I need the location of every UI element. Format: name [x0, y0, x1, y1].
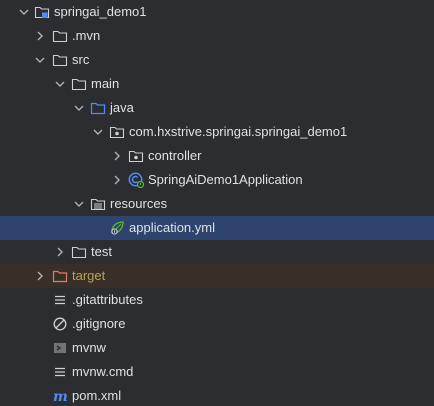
chevron-down-icon[interactable] — [90, 120, 106, 144]
tree-node-mvnw[interactable]: mvnw — [0, 336, 434, 360]
chevron-right-icon[interactable] — [32, 24, 48, 48]
chevron-down-icon[interactable] — [71, 96, 87, 120]
tree-node-src[interactable]: src — [0, 48, 434, 72]
package-icon — [109, 120, 125, 144]
tree-node-label: pom.xml — [72, 388, 122, 403]
tree-node-test[interactable]: test — [0, 240, 434, 264]
package-icon — [128, 144, 144, 168]
tree-node-label: test — [91, 244, 112, 259]
tree-node-label: springai_demo1 — [54, 4, 147, 19]
chevron-right-icon[interactable] — [109, 168, 125, 192]
tree-node-resources[interactable]: resources — [0, 192, 434, 216]
chevron-down-icon[interactable] — [71, 192, 87, 216]
tree-node-gitignore[interactable]: .gitignore — [0, 312, 434, 336]
text-lines-icon — [52, 360, 68, 384]
tree-node-label: .gitignore — [72, 316, 126, 331]
text-lines-icon — [52, 288, 68, 312]
tree-node-springai-demo1[interactable]: springai_demo1 — [0, 0, 434, 24]
resources-folder-icon — [90, 192, 106, 216]
tree-node-label: .mvn — [72, 28, 101, 43]
tree-node-label: java — [110, 100, 134, 115]
tree-node-label: SpringAiDemo1Application — [148, 172, 303, 187]
tree-node-label: main — [91, 76, 120, 91]
tree-node-pom-xml[interactable]: m pom.xml — [0, 384, 434, 406]
maven-icon: m — [52, 384, 68, 406]
spring-boot-class-icon — [128, 168, 144, 192]
tree-node-label: src — [72, 52, 90, 67]
chevron-right-icon[interactable] — [52, 240, 68, 264]
tree-node-package[interactable]: com.hxstrive.springai.springai_demo1 — [0, 120, 434, 144]
tree-node-label: target — [72, 268, 106, 283]
tree-node-target[interactable]: target — [0, 264, 434, 288]
tree-node-main[interactable]: main — [0, 72, 434, 96]
source-root-folder-icon — [90, 96, 106, 120]
tree-node-java[interactable]: java — [0, 96, 434, 120]
tree-node-controller[interactable]: controller — [0, 144, 434, 168]
chevron-down-icon[interactable] — [16, 0, 32, 24]
tree-node-spring-ai-demo1-application[interactable]: SpringAiDemo1Application — [0, 168, 434, 192]
svg-text:m: m — [53, 389, 68, 404]
chevron-right-icon[interactable] — [109, 144, 125, 168]
tree-node-mvnw-cmd[interactable]: mvnw.cmd — [0, 360, 434, 384]
project-tree: springai_demo1 .mvn src main java com.hx… — [0, 0, 434, 406]
tree-node-label: mvnw.cmd — [72, 364, 134, 379]
tree-node-label: .gitattributes — [72, 292, 143, 307]
tree-node-gitattributes[interactable]: .gitattributes — [0, 288, 434, 312]
spring-leaf-config-icon — [109, 216, 125, 240]
excluded-folder-icon — [52, 264, 68, 288]
tree-node-label: controller — [148, 148, 202, 163]
tree-node-label: mvnw — [72, 340, 106, 355]
tree-node-label: resources — [110, 196, 168, 211]
folder-icon — [71, 240, 87, 264]
folder-icon — [52, 24, 68, 48]
chevron-down-icon[interactable] — [52, 72, 68, 96]
shell-script-icon — [52, 336, 68, 360]
tree-node-mvn[interactable]: .mvn — [0, 24, 434, 48]
folder-icon — [52, 48, 68, 72]
folder-icon — [71, 72, 87, 96]
chevron-down-icon[interactable] — [32, 48, 48, 72]
ignore-icon — [52, 312, 68, 336]
module-folder-icon — [34, 0, 50, 24]
tree-node-label: com.hxstrive.springai.springai_demo1 — [129, 124, 348, 139]
chevron-right-icon[interactable] — [32, 264, 48, 288]
tree-node-application-yml[interactable]: application.yml — [0, 216, 434, 240]
tree-node-label: application.yml — [129, 220, 215, 235]
